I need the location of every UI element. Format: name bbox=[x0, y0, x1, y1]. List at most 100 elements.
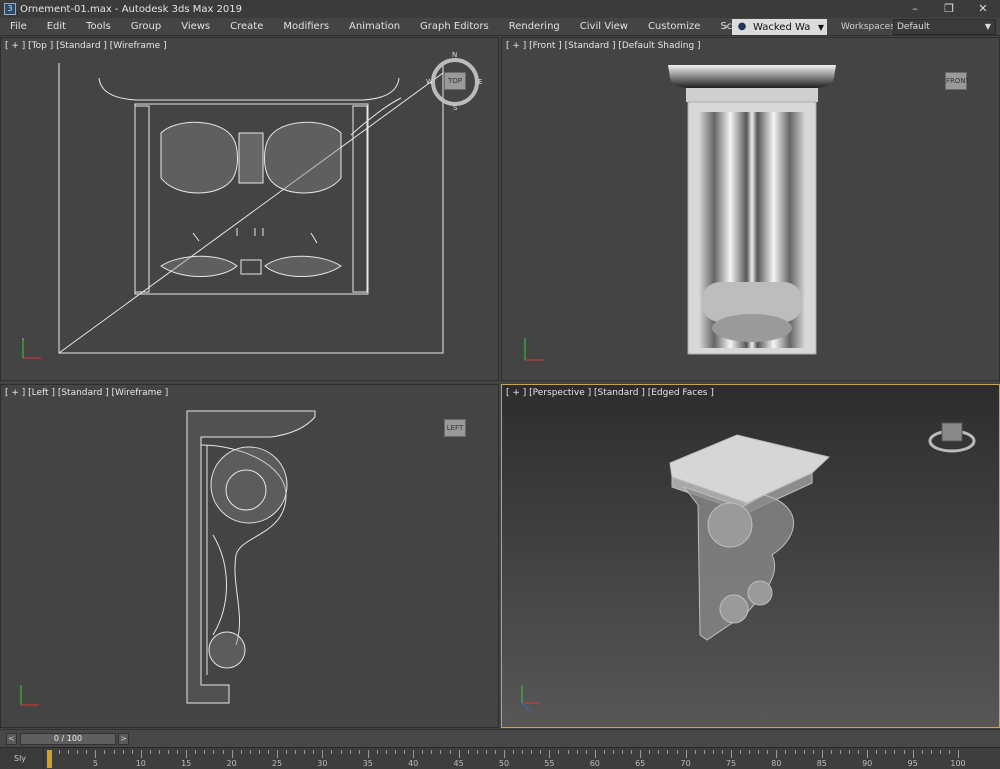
viewcube-left[interactable]: LEFT bbox=[444, 419, 466, 437]
tick-label: 15 bbox=[181, 759, 192, 768]
tick-mark bbox=[168, 750, 170, 754]
tick-mark bbox=[204, 750, 206, 754]
menu-group[interactable]: Group bbox=[121, 18, 171, 36]
track-bar[interactable]: Sly 051015202530354045505560657075808590… bbox=[0, 747, 1000, 769]
prev-frame-button[interactable]: < bbox=[6, 733, 17, 745]
menu-graph-editors[interactable]: Graph Editors bbox=[410, 18, 499, 36]
tick-mark bbox=[158, 750, 160, 754]
tick-mark bbox=[830, 750, 832, 754]
menu-create[interactable]: Create bbox=[220, 18, 273, 36]
tick-label: 55 bbox=[544, 759, 555, 768]
viewport-top-label[interactable]: [ + ] [Top ] [Standard ] [Wireframe ] bbox=[5, 41, 167, 51]
tick-mark bbox=[513, 750, 515, 754]
tick-mark bbox=[504, 750, 505, 758]
tick-mark bbox=[894, 750, 896, 754]
viewport-top[interactable]: [ + ] [Top ] [Standard ] [Wireframe ] TO… bbox=[0, 37, 499, 381]
tick-label: 25 bbox=[271, 759, 283, 768]
viewport-front-label[interactable]: [ + ] [Front ] [Standard ] [Default Shad… bbox=[506, 41, 701, 51]
tick-label: 35 bbox=[362, 759, 373, 768]
menu-bar: File Edit Tools Group Views Create Modif… bbox=[0, 18, 1000, 36]
tick-label: 65 bbox=[635, 759, 646, 768]
viewport-left[interactable]: [ + ] [Left ] [Standard ] [Wireframe ] L… bbox=[0, 384, 499, 728]
tick-mark bbox=[667, 750, 669, 754]
workspace-select[interactable]: Default ▼ bbox=[893, 19, 996, 35]
tick-mark bbox=[295, 750, 297, 754]
tick-mark bbox=[849, 750, 851, 754]
viewport-front[interactable]: [ + ] [Front ] [Standard ] [Default Shad… bbox=[501, 37, 1000, 381]
menu-customize[interactable]: Customize bbox=[638, 18, 711, 36]
menu-civil-view[interactable]: Civil View bbox=[570, 18, 638, 36]
tick-label: 70 bbox=[680, 759, 691, 768]
tick-mark bbox=[449, 750, 451, 754]
tick-mark bbox=[612, 750, 614, 754]
tick-label: 100 bbox=[950, 759, 966, 768]
tick-mark bbox=[567, 750, 569, 754]
tick-mark bbox=[549, 750, 551, 758]
tick-mark bbox=[522, 750, 524, 754]
tick-mark bbox=[413, 750, 415, 758]
tick-mark bbox=[231, 750, 233, 758]
tick-mark bbox=[803, 750, 805, 754]
menu-views[interactable]: Views bbox=[171, 18, 220, 36]
tick-mark bbox=[195, 750, 197, 754]
app-logo-icon: 3 bbox=[4, 3, 16, 15]
next-frame-button[interactable]: > bbox=[118, 733, 129, 745]
compass-north: N bbox=[452, 51, 458, 59]
tick-mark bbox=[921, 750, 923, 754]
tick-label: 20 bbox=[226, 759, 237, 768]
maximize-button[interactable]: ❐ bbox=[932, 0, 966, 18]
tick-mark bbox=[485, 750, 487, 754]
tick-label: 40 bbox=[408, 759, 419, 768]
tick-mark bbox=[304, 750, 306, 754]
tick-label: 5 bbox=[92, 759, 98, 768]
tick-mark bbox=[939, 750, 941, 754]
tick-mark bbox=[785, 750, 787, 754]
viewcube-front[interactable]: FRONT bbox=[945, 72, 970, 90]
tick-mark bbox=[77, 750, 79, 754]
tick-mark bbox=[558, 750, 560, 754]
tick-mark bbox=[458, 750, 460, 758]
tick-mark bbox=[867, 750, 869, 758]
front-view-shaded bbox=[524, 65, 836, 361]
window-title: Ornement-01.max - Autodesk 3ds Max 2019 bbox=[20, 3, 243, 15]
title-bar: 3 Ornement-01.max - Autodesk 3ds Max 201… bbox=[0, 0, 1000, 18]
user-icon: ● bbox=[737, 21, 747, 32]
tick-mark bbox=[313, 750, 315, 754]
tick-mark bbox=[95, 750, 97, 758]
left-view-wireframe bbox=[20, 410, 316, 706]
tick-mark bbox=[286, 750, 288, 754]
minimize-button[interactable]: – bbox=[898, 0, 932, 18]
menu-rendering[interactable]: Rendering bbox=[499, 18, 570, 36]
tick-mark bbox=[685, 750, 687, 758]
tick-mark bbox=[640, 750, 642, 758]
user-account-dropdown[interactable]: ● Wacked Wa ▼ bbox=[732, 19, 827, 35]
compass-south: S bbox=[453, 104, 458, 112]
viewport-left-label[interactable]: [ + ] [Left ] [Standard ] [Wireframe ] bbox=[5, 388, 168, 398]
close-button[interactable]: ✕ bbox=[966, 0, 1000, 18]
tick-mark bbox=[476, 750, 478, 754]
tick-mark bbox=[249, 750, 251, 754]
menu-file[interactable]: File bbox=[0, 18, 37, 36]
menu-edit[interactable]: Edit bbox=[37, 18, 76, 36]
tick-mark bbox=[140, 750, 142, 758]
viewport-perspective[interactable]: [ + ] [Perspective ] [Standard ] [Edged … bbox=[501, 384, 1000, 728]
tick-label: 30 bbox=[317, 759, 328, 768]
menu-tools[interactable]: Tools bbox=[76, 18, 121, 36]
time-slider[interactable]: 0 / 100 bbox=[20, 733, 116, 745]
tick-label: 45 bbox=[453, 759, 464, 768]
viewport-perspective-label[interactable]: [ + ] [Perspective ] [Standard ] [Edged … bbox=[506, 388, 714, 398]
tick-mark bbox=[467, 750, 469, 754]
viewcube-top[interactable]: TOP bbox=[444, 72, 466, 90]
menu-animation[interactable]: Animation bbox=[339, 18, 410, 36]
tick-label: 10 bbox=[135, 759, 146, 768]
menu-modifiers[interactable]: Modifiers bbox=[273, 18, 339, 36]
tick-mark bbox=[349, 750, 351, 754]
menu-overflow-icon[interactable]: » bbox=[723, 18, 729, 36]
tick-mark bbox=[958, 750, 959, 758]
tick-label: 60 bbox=[589, 759, 600, 768]
tick-mark bbox=[812, 750, 814, 754]
tick-mark bbox=[494, 750, 496, 754]
tick-label: 85 bbox=[816, 759, 827, 768]
time-cursor[interactable] bbox=[47, 750, 52, 768]
tick-mark bbox=[721, 750, 723, 754]
